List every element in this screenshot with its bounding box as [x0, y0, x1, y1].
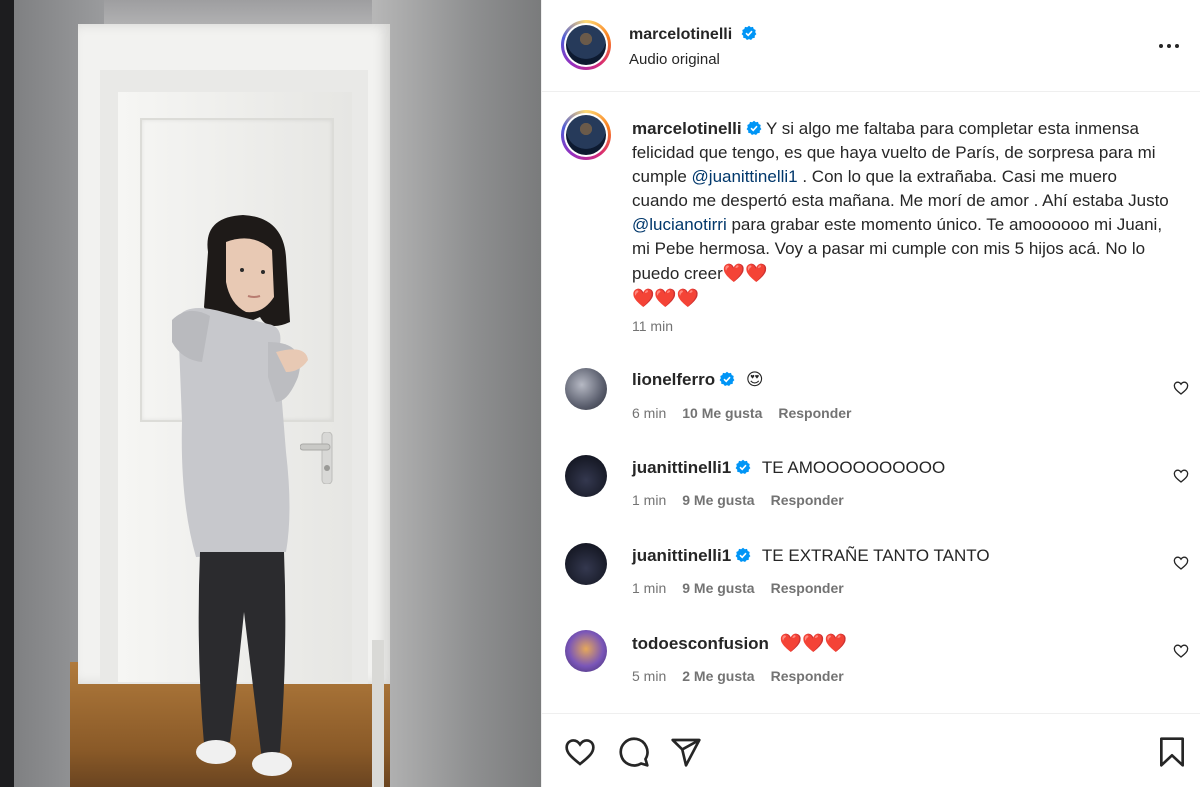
bookmark-icon[interactable]	[1156, 736, 1188, 768]
mention-link[interactable]: @juanittinelli1	[692, 167, 798, 186]
comment-time[interactable]: 5 min	[632, 668, 666, 684]
comment-username[interactable]: juanittinelli1	[632, 458, 731, 477]
skirting-board	[372, 640, 384, 787]
comment-line: lionelferro 😍	[632, 370, 764, 390]
author-username[interactable]: marcelotinelli	[629, 25, 757, 44]
send-icon[interactable]	[670, 736, 702, 768]
comment-meta: 1 min 9 Me gusta Responder	[632, 580, 860, 596]
reply-button[interactable]: Responder	[771, 492, 844, 508]
heart-emoji: ❤️❤️	[722, 263, 768, 283]
comment-username[interactable]: lionelferro	[632, 370, 715, 389]
comment-username[interactable]: todoesconfusion	[632, 634, 769, 653]
author-avatar[interactable]	[561, 20, 611, 70]
verified-badge-icon	[719, 371, 735, 386]
verified-badge-icon	[746, 120, 762, 135]
like-comment-heart-icon[interactable]	[1173, 380, 1189, 396]
verified-badge-icon	[735, 547, 751, 562]
comment-likes[interactable]: 2 Me gusta	[682, 668, 754, 684]
post-details-panel: marcelotinelli Audio original marcelotin…	[541, 0, 1200, 787]
audio-label[interactable]: Audio original	[629, 51, 720, 68]
reply-button[interactable]: Responder	[771, 580, 844, 596]
like-comment-heart-icon[interactable]	[1173, 468, 1189, 484]
person-figure	[172, 215, 308, 776]
comment-text: TE EXTRAÑE TANTO TANTO	[761, 546, 990, 565]
comment-line: juanittinelli1 TE AMOOOOOOOOOO	[632, 458, 945, 478]
mention-link[interactable]: @lucianotirri	[632, 215, 727, 234]
caption-avatar[interactable]	[561, 110, 611, 160]
comment-time[interactable]: 1 min	[632, 492, 666, 508]
comment-icon[interactable]	[618, 736, 650, 768]
comment-meta: 6 min 10 Me gusta Responder	[632, 405, 868, 421]
comment-time[interactable]: 1 min	[632, 580, 666, 596]
comment-meta: 5 min 2 Me gusta Responder	[632, 668, 860, 684]
author-username-text[interactable]: marcelotinelli	[629, 26, 732, 43]
right-wall	[372, 0, 541, 787]
video-edge	[0, 0, 14, 787]
comment-likes[interactable]: 9 Me gusta	[682, 492, 754, 508]
verified-badge-icon	[735, 459, 751, 474]
comment-avatar[interactable]	[565, 543, 607, 585]
comment-text: ❤️❤️❤️	[779, 633, 847, 653]
comment-likes[interactable]: 9 Me gusta	[682, 580, 754, 596]
reel-video[interactable]	[0, 0, 541, 787]
comment-likes[interactable]: 10 Me gusta	[682, 405, 762, 421]
comment-meta: 1 min 9 Me gusta Responder	[632, 492, 860, 508]
comment-avatar[interactable]	[565, 368, 607, 410]
caption-time[interactable]: 11 min	[632, 318, 673, 334]
comment-text: 😍	[745, 370, 764, 389]
comment-text: TE AMOOOOOOOOOO	[761, 458, 946, 477]
reply-button[interactable]: Responder	[771, 668, 844, 684]
comment-time[interactable]: 6 min	[632, 405, 666, 421]
comment-line: todoesconfusion ❤️❤️❤️	[632, 633, 847, 654]
verified-badge-icon	[741, 25, 757, 40]
reply-button[interactable]: Responder	[778, 405, 851, 421]
heart-icon[interactable]	[564, 736, 596, 768]
post-header: marcelotinelli Audio original	[542, 0, 1200, 92]
comment-username[interactable]: juanittinelli1	[632, 546, 731, 565]
comment-avatar[interactable]	[565, 455, 607, 497]
caption-username[interactable]: marcelotinelli	[632, 119, 742, 138]
post-action-bar	[542, 713, 1200, 788]
comment-line: juanittinelli1 TE EXTRAÑE TANTO TANTO	[632, 546, 990, 566]
post-caption: marcelotinelli Y si algo me faltaba para…	[632, 117, 1172, 311]
heart-emoji: ❤️❤️❤️	[632, 288, 700, 308]
like-comment-heart-icon[interactable]	[1173, 643, 1189, 659]
comment-avatar[interactable]	[565, 630, 607, 672]
more-horizontal-icon[interactable]	[1157, 34, 1181, 58]
like-comment-heart-icon[interactable]	[1173, 555, 1189, 571]
